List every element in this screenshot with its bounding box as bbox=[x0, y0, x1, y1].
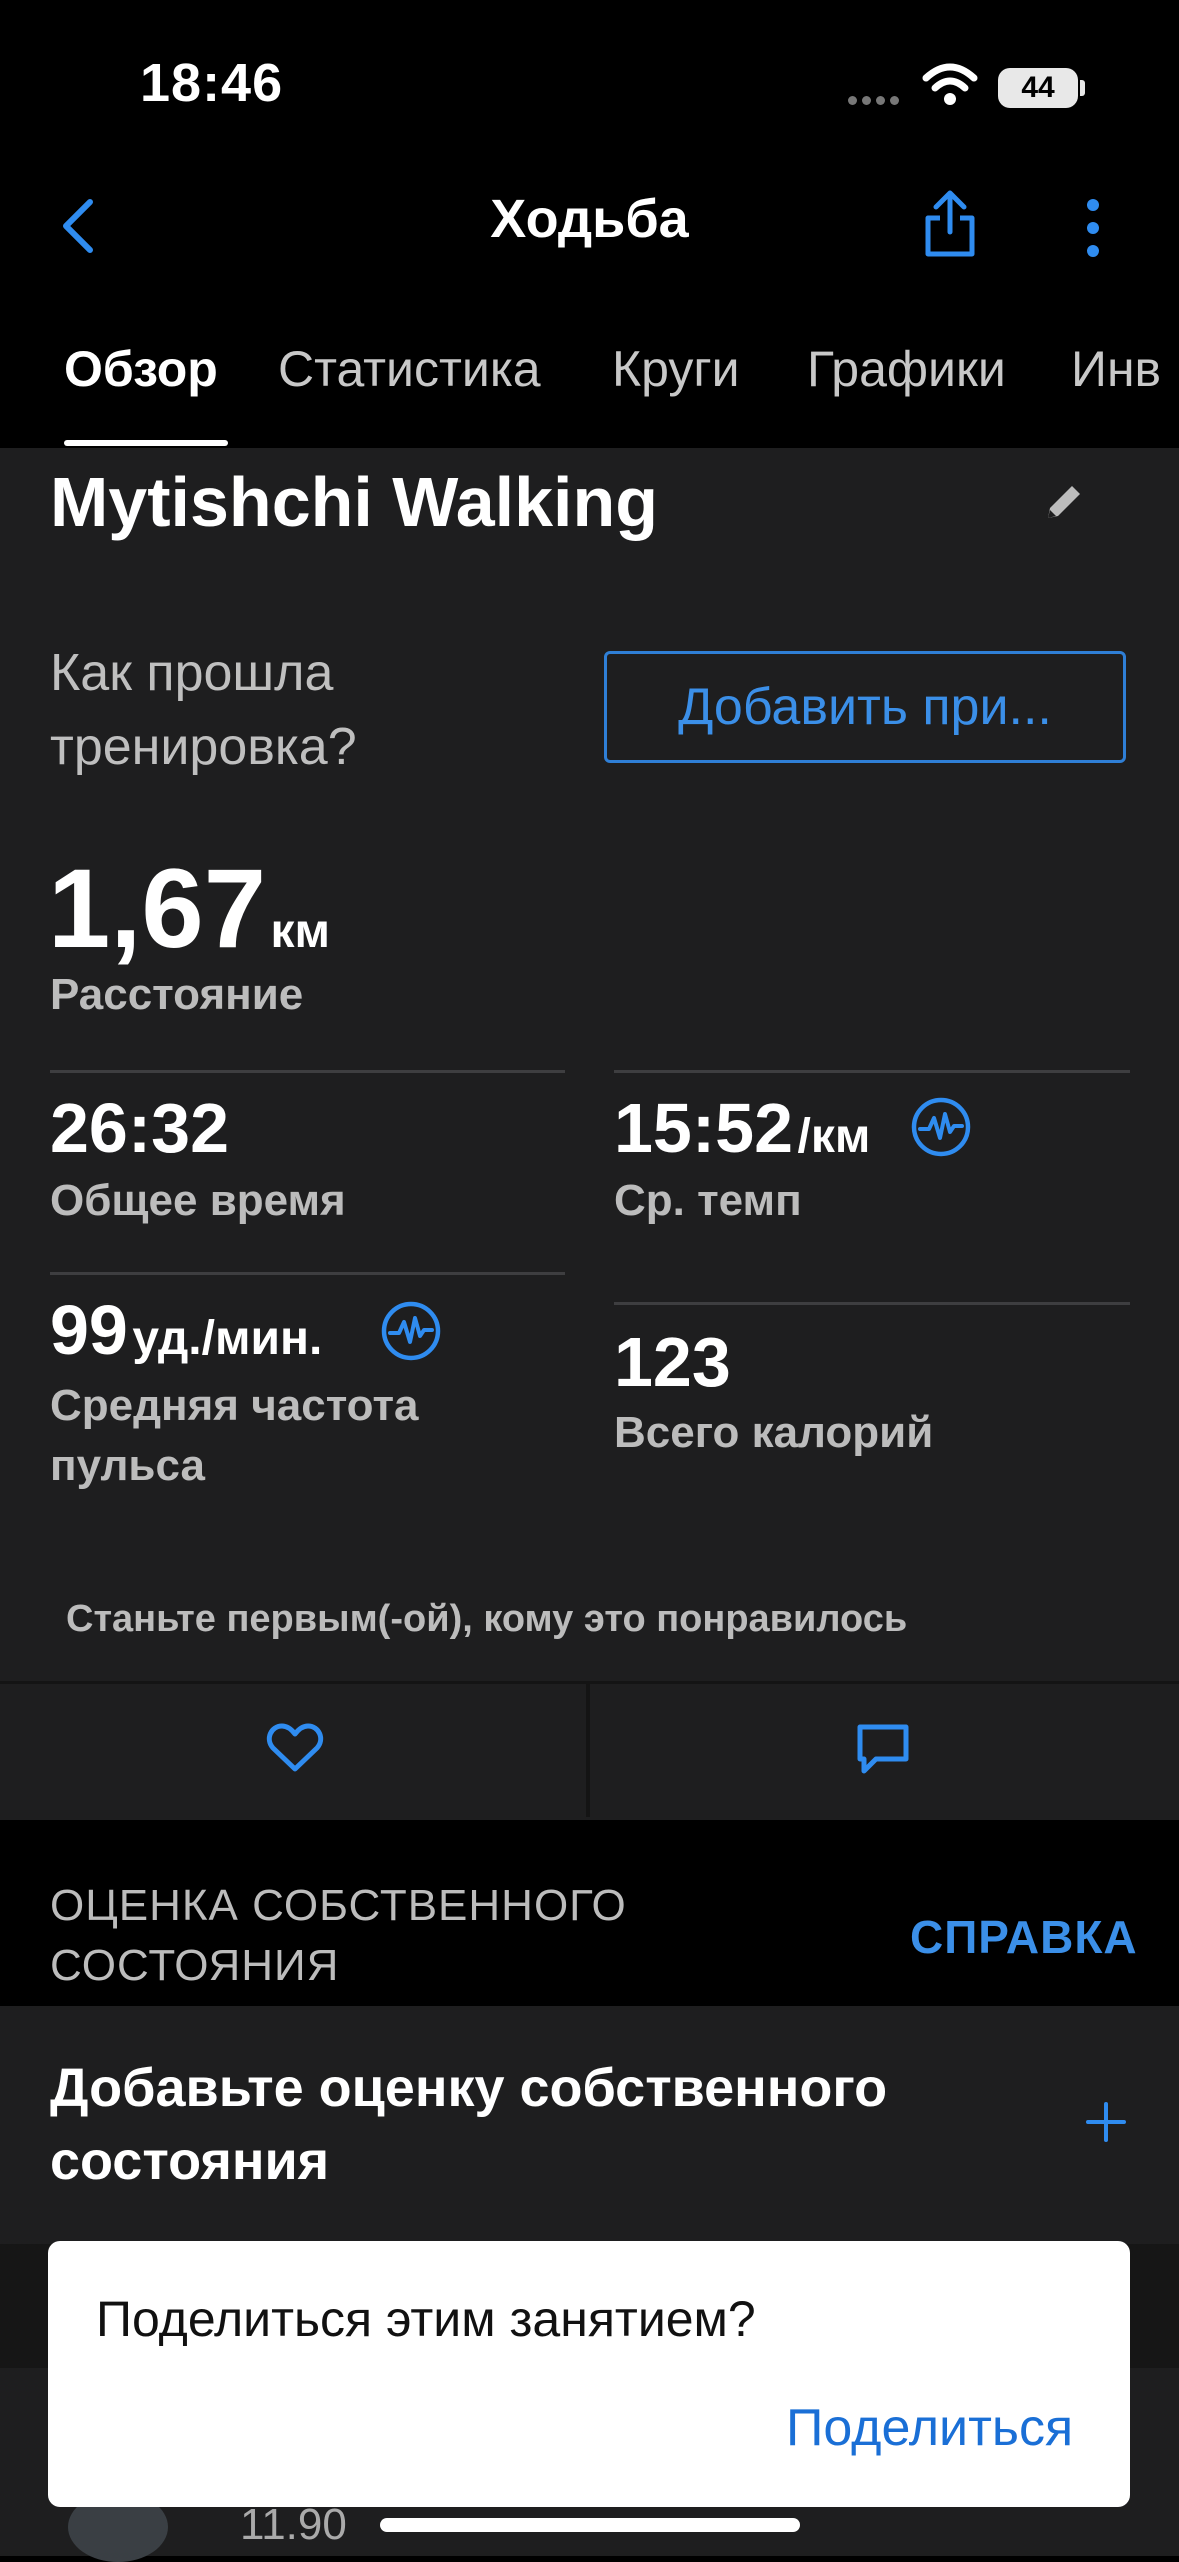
calories-label: Всего калорий bbox=[614, 1408, 934, 1457]
share-icon[interactable] bbox=[920, 188, 980, 260]
avg-hr-stat: 99 уд./мин. bbox=[50, 1290, 322, 1370]
divider bbox=[50, 1272, 565, 1275]
share-prompt-question: Поделиться этим занятием? bbox=[96, 2291, 756, 2347]
avg-pace-stat: 15:52 /км bbox=[614, 1088, 870, 1168]
overview-card bbox=[0, 448, 1179, 1681]
tab-gear[interactable]: Инв bbox=[1071, 340, 1161, 398]
add-feel-button[interactable]: Добавить при... bbox=[604, 651, 1126, 763]
divider bbox=[614, 1070, 1130, 1073]
tab-overview[interactable]: Обзор bbox=[64, 340, 218, 398]
activity-title: Mytishchi Walking bbox=[50, 463, 659, 541]
divider bbox=[614, 1302, 1130, 1305]
comment-icon[interactable] bbox=[856, 1722, 910, 1776]
avg-pace-label: Ср. темп bbox=[614, 1176, 802, 1225]
heart-rate-icon[interactable] bbox=[910, 1096, 972, 1158]
distance-label: Расстояние bbox=[50, 970, 304, 1019]
action-separator bbox=[586, 1684, 590, 1817]
battery-tip bbox=[1080, 80, 1085, 96]
distance-unit: км bbox=[270, 905, 330, 958]
avg-hr-label: Средняя частота пульса bbox=[50, 1381, 419, 1490]
heart-rate-icon[interactable] bbox=[380, 1300, 442, 1362]
total-time-value: 26:32 bbox=[50, 1089, 230, 1167]
status-time: 18:46 bbox=[140, 53, 284, 113]
share-prompt-dialog bbox=[48, 2241, 1130, 2507]
distance-stat: 1,67 км bbox=[48, 844, 330, 973]
avg-hr-value: 99 bbox=[50, 1291, 128, 1369]
battery-indicator: 44 bbox=[998, 68, 1078, 108]
more-vertical-icon[interactable] bbox=[1082, 196, 1104, 260]
device-peek-value: 11.90 bbox=[240, 2500, 347, 2549]
divider bbox=[50, 1070, 565, 1073]
total-time-label: Общее время bbox=[50, 1176, 346, 1225]
share-button[interactable]: Поделиться bbox=[786, 2398, 1073, 2458]
wifi-icon bbox=[922, 63, 978, 105]
tab-active-indicator bbox=[64, 440, 228, 446]
distance-value: 1,67 bbox=[48, 846, 266, 971]
avg-pace-value: 15:52 bbox=[614, 1089, 794, 1167]
home-indicator[interactable] bbox=[380, 2518, 800, 2532]
calories-value: 123 bbox=[614, 1323, 731, 1401]
heart-icon[interactable] bbox=[266, 1722, 324, 1774]
help-link[interactable]: СПРАВКА bbox=[910, 1910, 1138, 1964]
likes-text: Станьте первым(-ой), кому это понравилос… bbox=[66, 1598, 908, 1640]
add-self-eval-text: Добавьте оценку собственного состояния bbox=[50, 2058, 888, 2191]
avg-pace-unit: /км bbox=[797, 1110, 871, 1163]
tab-laps[interactable]: Круги bbox=[612, 340, 740, 398]
avg-hr-unit: уд./мин. bbox=[132, 1312, 323, 1365]
tab-charts[interactable]: Графики bbox=[807, 340, 1006, 398]
tab-statistics[interactable]: Статистика bbox=[278, 340, 541, 398]
edit-pencil-icon[interactable] bbox=[1040, 480, 1086, 526]
section-header-self-eval: ОЦЕНКА СОБСТВЕННОГО СОСТОЯНИЯ bbox=[50, 1881, 627, 1990]
plus-icon[interactable] bbox=[1086, 2102, 1126, 2142]
page-title: Ходьба bbox=[490, 189, 689, 249]
workout-feel-question: Как прошла тренировка? bbox=[50, 644, 357, 776]
